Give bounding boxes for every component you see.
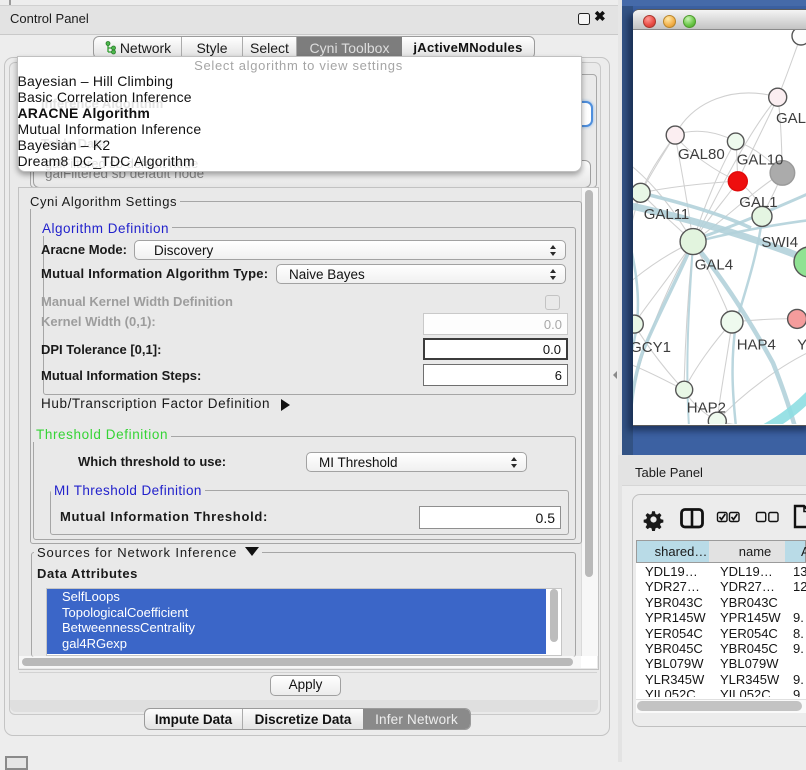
- svg-text:SWI4: SWI4: [761, 234, 798, 251]
- svg-text:GAL80: GAL80: [678, 146, 725, 163]
- svg-text:GAL1: GAL1: [739, 194, 777, 211]
- svg-text:HAP2: HAP2: [687, 399, 726, 416]
- svg-text:GAL7: GAL7: [776, 110, 806, 127]
- svg-text:GAL11: GAL11: [644, 206, 690, 223]
- svg-text:HAP4: HAP4: [737, 336, 776, 353]
- svg-text:GCY1: GCY1: [633, 339, 671, 356]
- svg-text:Y: Y: [797, 336, 806, 353]
- svg-text:GAL4: GAL4: [695, 256, 733, 273]
- svg-text:GAL10: GAL10: [737, 152, 784, 169]
